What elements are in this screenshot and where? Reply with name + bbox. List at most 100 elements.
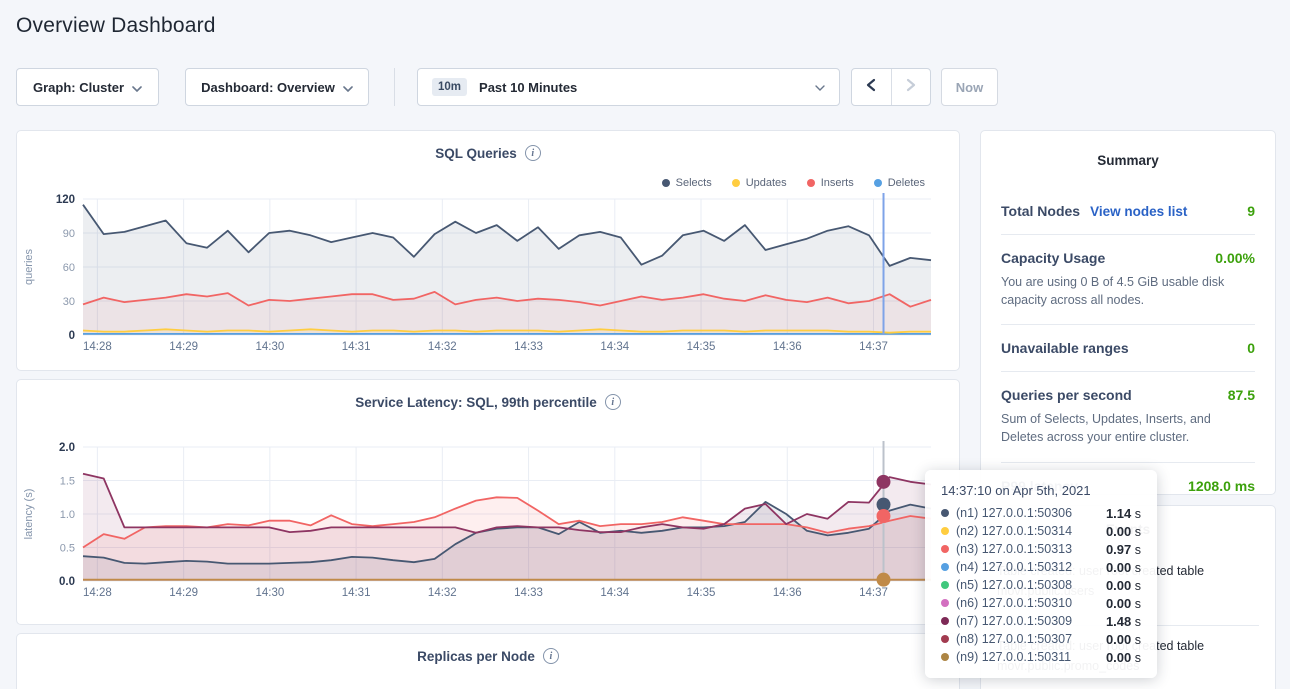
svg-text:14:28: 14:28: [83, 587, 112, 599]
tooltip-node-row: (n4) 127.0.0.1:50312 0.00 s: [941, 558, 1141, 576]
summary-row: Queries per second87.5Sum of Selects, Up…: [1001, 372, 1255, 462]
svg-text:1.5: 1.5: [60, 476, 75, 488]
svg-text:60: 60: [63, 262, 75, 274]
summary-row: Capacity Usage 0.00% You are using 0 B of …: [1001, 235, 1255, 325]
chevron-down-icon: [815, 78, 825, 96]
node-address: (n2) 127.0.0.1:50314: [956, 524, 1072, 538]
svg-text:90: 90: [63, 228, 75, 240]
summary-title: Summary: [981, 131, 1275, 168]
node-latency-value: 0.00 s: [1106, 560, 1141, 575]
svg-text:14:32: 14:32: [428, 587, 457, 599]
replicas-per-node-chart-panel: Replicas per Node i: [16, 633, 960, 689]
next-time-button[interactable]: [892, 69, 931, 105]
divider: [394, 68, 395, 106]
dashboard-dropdown[interactable]: Dashboard: Overview: [185, 68, 369, 106]
chart-hover-tooltip: 14:37:10 on Apr 5th, 2021 (n1) 127.0.0.1…: [925, 470, 1157, 678]
svg-text:14:29: 14:29: [169, 587, 198, 599]
previous-time-button[interactable]: [852, 69, 892, 105]
node-latency-value: 0.97 s: [1106, 542, 1141, 557]
svg-text:14:37: 14:37: [859, 341, 888, 353]
node-address: (n5) 127.0.0.1:50308: [956, 578, 1072, 592]
svg-text:14:36: 14:36: [773, 341, 802, 353]
node-latency-value: 0.00 s: [1106, 650, 1141, 665]
chevron-right-icon: [905, 78, 917, 97]
svg-text:1.0: 1.0: [60, 509, 75, 521]
summary-panel: Summary Total Nodes View nodes list 9 Capac…: [980, 130, 1276, 495]
tooltip-node-row: (n1) 127.0.0.1:50306 1.14 s: [941, 504, 1141, 522]
svg-text:14:33: 14:33: [514, 587, 543, 599]
node-color-dot-icon: [941, 635, 949, 643]
node-address: (n6) 127.0.0.1:50310: [956, 596, 1072, 610]
svg-text:14:35: 14:35: [687, 587, 716, 599]
service-latency-chart[interactable]: 0.0 0.5 1.0 1.5 2.0 14:28 14:29 14:30 14:31 14:32…: [17, 380, 961, 626]
info-icon[interactable]: i: [543, 648, 559, 664]
svg-text:14:30: 14:30: [255, 587, 284, 599]
svg-text:0.5: 0.5: [60, 543, 75, 555]
svg-text:14:34: 14:34: [600, 341, 629, 353]
svg-text:14:36: 14:36: [773, 587, 802, 599]
view-nodes-list-link[interactable]: View nodes list: [1090, 204, 1187, 219]
node-color-dot-icon: [941, 527, 949, 535]
time-range-label: Past 10 Minutes: [479, 80, 803, 95]
node-color-dot-icon: [941, 653, 949, 661]
node-color-dot-icon: [941, 617, 949, 625]
node-latency-value: 1.48 s: [1106, 614, 1141, 629]
tooltip-node-row: (n5) 127.0.0.1:50308 0.00 s: [941, 576, 1141, 594]
summary-row-label: Total Nodes: [1001, 203, 1080, 219]
tooltip-timestamp: 14:37:10 on Apr 5th, 2021: [941, 483, 1141, 498]
tooltip-node-row: (n3) 127.0.0.1:50313 0.97 s: [941, 540, 1141, 558]
service-latency-chart-panel: Service Latency: SQL, 99th percentile i …: [16, 379, 960, 625]
tooltip-node-row: (n6) 127.0.0.1:50310 0.00 s: [941, 594, 1141, 612]
chevron-left-icon: [865, 78, 877, 97]
svg-text:0.0: 0.0: [59, 576, 75, 588]
svg-text:14:35: 14:35: [687, 341, 716, 353]
node-address: (n4) 127.0.0.1:50312: [956, 560, 1072, 574]
node-latency-value: 0.00 s: [1106, 596, 1141, 611]
summary-row-value: 1208.0 ms: [1188, 478, 1255, 494]
node-latency-value: 0.00 s: [1106, 524, 1141, 539]
controls-bar: Graph: Cluster Dashboard: Overview 10m P…: [0, 68, 1290, 106]
tooltip-node-row: (n8) 127.0.0.1:503070.00 s: [941, 630, 1141, 648]
svg-text:2.0: 2.0: [59, 442, 75, 454]
svg-text:120: 120: [56, 194, 75, 206]
summary-row-label: Capacity Usage: [1001, 250, 1105, 266]
svg-text:30: 30: [63, 296, 75, 308]
summary-row-description: You are using 0 B of 4.5 GiB usable disk…: [1001, 273, 1255, 309]
tooltip-node-row: (n9) 127.0.0.1:503110.00 s: [941, 648, 1141, 666]
dashboard-dropdown-label: Dashboard: Overview: [201, 80, 335, 95]
page-title: Overview Dashboard: [16, 14, 216, 38]
node-color-dot-icon: [941, 545, 949, 553]
svg-text:14:33: 14:33: [514, 341, 543, 353]
chart-title: Replicas per Node: [417, 649, 535, 664]
now-button[interactable]: Now: [941, 68, 998, 106]
tooltip-node-row: (n2) 127.0.0.1:50314 0.00 s: [941, 522, 1141, 540]
node-latency-value: 1.14 s: [1106, 506, 1141, 521]
summary-row-value: 0: [1247, 340, 1255, 356]
svg-text:14:31: 14:31: [342, 341, 371, 353]
graph-dropdown[interactable]: Graph: Cluster: [16, 68, 159, 106]
time-step-buttons: [851, 68, 931, 106]
time-range-picker[interactable]: 10m Past 10 Minutes: [417, 68, 840, 106]
node-address: (n7) 127.0.0.1:50309: [956, 614, 1072, 628]
summary-row: Total Nodes View nodes list 9: [1001, 188, 1255, 235]
svg-text:14:34: 14:34: [600, 587, 629, 599]
sql-queries-chart[interactable]: 030609012014:2814:2914:3014:3114:3214:33…: [17, 131, 961, 372]
summary-row-description: Sum of Selects, Updates, Inserts, and De…: [1001, 410, 1255, 446]
node-color-dot-icon: [941, 581, 949, 589]
svg-text:14:28: 14:28: [83, 341, 112, 353]
node-color-dot-icon: [941, 599, 949, 607]
node-color-dot-icon: [941, 509, 949, 517]
summary-row-value: 0.00%: [1215, 250, 1255, 266]
sql-queries-chart-panel: SQL Queries i SelectsUpdatesInsertsDelet…: [16, 130, 960, 371]
svg-text:14:32: 14:32: [428, 341, 457, 353]
chevron-down-icon: [132, 80, 142, 95]
graph-dropdown-label: Graph: Cluster: [33, 80, 124, 95]
svg-text:14:37: 14:37: [859, 587, 888, 599]
summary-row-value: 9: [1247, 203, 1255, 219]
node-address: (n3) 127.0.0.1:50313: [956, 542, 1072, 556]
node-address: (n8) 127.0.0.1:50307: [956, 632, 1072, 646]
node-address: (n1) 127.0.0.1:50306: [956, 506, 1072, 520]
node-latency-value: 0.00 s: [1106, 578, 1141, 593]
svg-text:14:31: 14:31: [342, 587, 371, 599]
svg-text:14:30: 14:30: [255, 341, 284, 353]
